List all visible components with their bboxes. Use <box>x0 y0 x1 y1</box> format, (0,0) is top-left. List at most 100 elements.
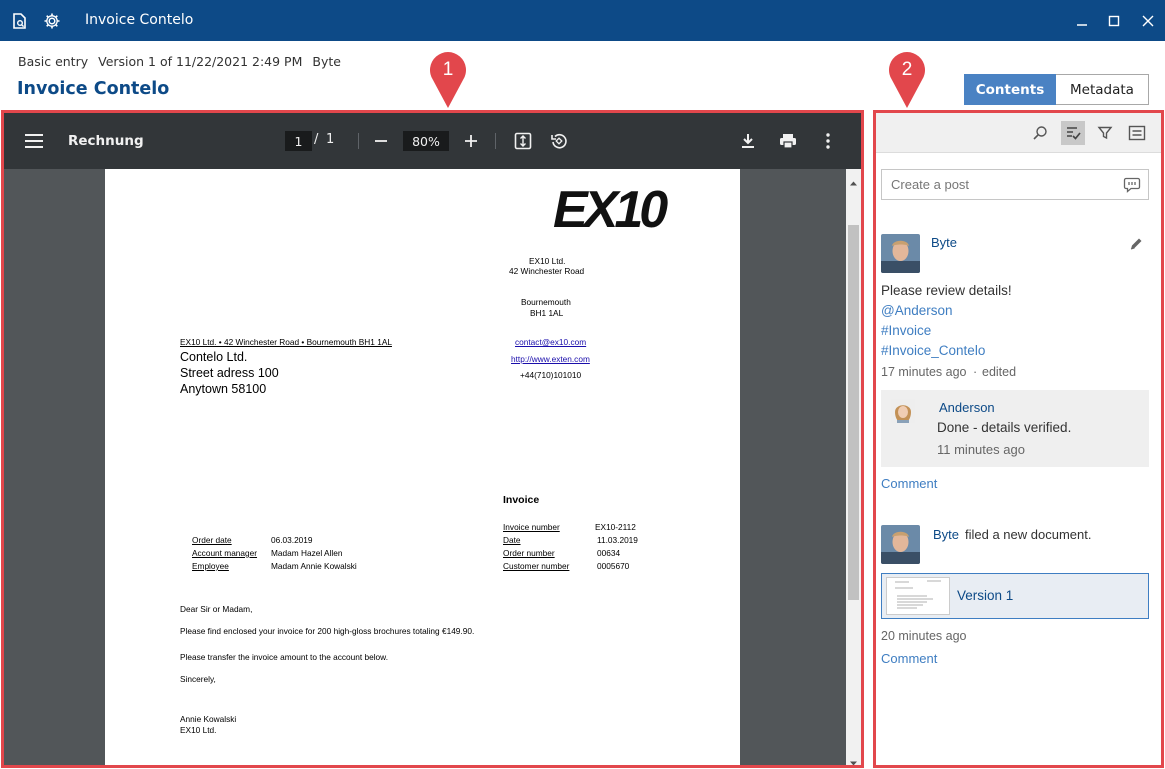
version-card[interactable]: Version 1 <box>881 573 1149 619</box>
field-label: Employee <box>192 561 229 571</box>
avatar[interactable] <box>891 399 915 423</box>
hashtag-link[interactable]: #Invoice <box>881 323 931 338</box>
post-author[interactable]: Byte <box>931 235 957 250</box>
page-title: Invoice Contelo <box>17 79 170 99</box>
phone-number: +44(710)101010 <box>520 370 582 380</box>
zoom-level-input[interactable]: 80% <box>403 131 449 151</box>
mention-link[interactable]: @Anderson <box>881 303 953 318</box>
list-view-icon[interactable] <box>1125 121 1149 145</box>
post-timestamp: 20 minutes ago <box>881 629 967 643</box>
callout-number-1: 1 <box>443 59 454 80</box>
field-value: EX10-2112 <box>595 522 636 532</box>
entry-header: Basic entry Version 1 of 11/22/2021 2:49… <box>0 41 1165 109</box>
pdf-page: EX10 EX10 Ltd. 42 Winchester Road Bourne… <box>105 169 740 765</box>
field-value: Madam Hazel Allen <box>271 548 343 558</box>
create-post-input[interactable]: Create a post <box>881 169 1149 200</box>
tab-contents[interactable]: Contents <box>964 74 1056 105</box>
field-value: 0005670 <box>597 561 630 571</box>
checklist-icon[interactable] <box>1061 121 1085 145</box>
post-author[interactable]: Byte <box>933 527 959 542</box>
toolbar-divider <box>495 133 496 149</box>
window-title: Invoice Contelo <box>85 12 194 28</box>
feed-toolbar <box>876 113 1162 153</box>
edited-label: edited <box>982 365 1017 379</box>
field-value: Madam Annie Kowalski <box>271 561 357 571</box>
email-link[interactable]: contact@ex10.com <box>515 337 586 347</box>
title-bar: Invoice Contelo <box>0 0 1165 41</box>
pdf-document-label: Rechnung <box>68 133 144 149</box>
download-icon[interactable] <box>737 130 759 152</box>
reply-author[interactable]: Anderson <box>939 400 995 415</box>
version-label[interactable]: Version 1 <box>957 588 1013 603</box>
zoom-out-icon[interactable] <box>370 130 392 152</box>
hashtag-link[interactable]: #Invoice_Contelo <box>881 343 985 358</box>
body-text: Please find enclosed your invoice for 20… <box>180 626 475 636</box>
minimize-button[interactable] <box>1070 9 1094 33</box>
invoice-heading: Invoice <box>503 494 540 506</box>
entry-type: Basic entry <box>18 54 89 69</box>
tab-metadata[interactable]: Metadata <box>1056 74 1149 105</box>
post-action: filed a new document. <box>965 527 1092 542</box>
avatar[interactable] <box>881 234 920 273</box>
filter-icon[interactable] <box>1093 121 1117 145</box>
reply-card: Anderson Done - details verified. 11 min… <box>881 390 1149 467</box>
zoom-in-icon[interactable] <box>460 130 482 152</box>
edit-pencil-icon[interactable] <box>1129 237 1143 251</box>
company-street: 42 Winchester Road <box>509 266 585 276</box>
company-postcode: BH1 1AL <box>530 308 564 318</box>
comment-link[interactable]: Comment <box>881 476 937 491</box>
field-label: Customer number <box>503 561 570 571</box>
speech-bubble-icon[interactable] <box>1123 176 1141 194</box>
gear-icon[interactable] <box>42 11 62 31</box>
closing: Sincerely, <box>180 674 216 684</box>
maximize-button[interactable] <box>1102 9 1126 33</box>
print-icon[interactable] <box>777 130 799 152</box>
field-label: Date <box>503 535 521 545</box>
body-text: Please transfer the invoice amount to th… <box>180 652 389 662</box>
website-link[interactable]: http://www.exten.com <box>511 354 590 364</box>
avatar[interactable] <box>881 525 920 564</box>
field-label: Order date <box>192 535 232 545</box>
menu-icon[interactable] <box>22 129 46 153</box>
scroll-down-arrow-icon[interactable] <box>849 753 858 765</box>
document-thumbnail <box>886 577 950 615</box>
close-button[interactable] <box>1136 9 1160 33</box>
post-text: Please review details! <box>881 283 1012 298</box>
logo-text: EX10 <box>553 181 668 239</box>
field-value: 11.03.2019 <box>597 535 638 545</box>
reply-text: Done - details verified. <box>937 420 1072 435</box>
page-separator: / <box>314 132 319 147</box>
reply-timestamp: 11 minutes ago <box>937 442 1025 457</box>
view-tabs: Contents Metadata <box>964 74 1149 105</box>
signer-company: EX10 Ltd. <box>180 725 217 735</box>
recipient-name: Contelo Ltd. <box>180 350 248 364</box>
document-view-icon[interactable] <box>9 11 29 31</box>
recipient-street: Street adress 100 <box>180 366 279 380</box>
fit-page-icon[interactable] <box>512 130 534 152</box>
sender-line: EX10 Ltd. • 42 Winchester Road • Bournem… <box>180 337 392 347</box>
entry-meta: Basic entry Version 1 of 11/22/2021 2:49… <box>18 54 347 69</box>
callout-marker-2: 2 <box>887 48 927 110</box>
meta-separator: · <box>973 365 978 379</box>
feed-panel: Create a post Byte Please review details… <box>876 113 1162 766</box>
page-number-input[interactable]: 1 <box>285 131 312 151</box>
comment-link[interactable]: Comment <box>881 651 937 666</box>
pdf-toolbar: Rechnung 1 / 1 80% <box>4 113 861 169</box>
entry-user: Byte <box>312 54 341 69</box>
scroll-up-arrow-icon[interactable] <box>849 173 858 186</box>
signer-name: Annie Kowalski <box>180 714 237 724</box>
field-label: Order number <box>503 548 555 558</box>
field-label: Invoice number <box>503 522 560 532</box>
field-value: 06.03.2019 <box>271 535 313 545</box>
field-label: Account manager <box>192 548 258 558</box>
search-icon[interactable] <box>1028 121 1052 145</box>
scrollbar-thumb[interactable] <box>848 225 859 600</box>
rotate-icon[interactable] <box>548 130 570 152</box>
entry-version: Version 1 of 11/22/2021 2:49 PM <box>98 54 303 69</box>
recipient-city: Anytown 58100 <box>180 382 267 396</box>
company-name: EX10 Ltd. <box>529 256 566 266</box>
company-city: Bournemouth <box>521 297 571 307</box>
more-options-icon[interactable] <box>817 130 839 152</box>
page-count: 1 <box>326 132 335 147</box>
salutation: Dear Sir or Madam, <box>180 604 253 614</box>
